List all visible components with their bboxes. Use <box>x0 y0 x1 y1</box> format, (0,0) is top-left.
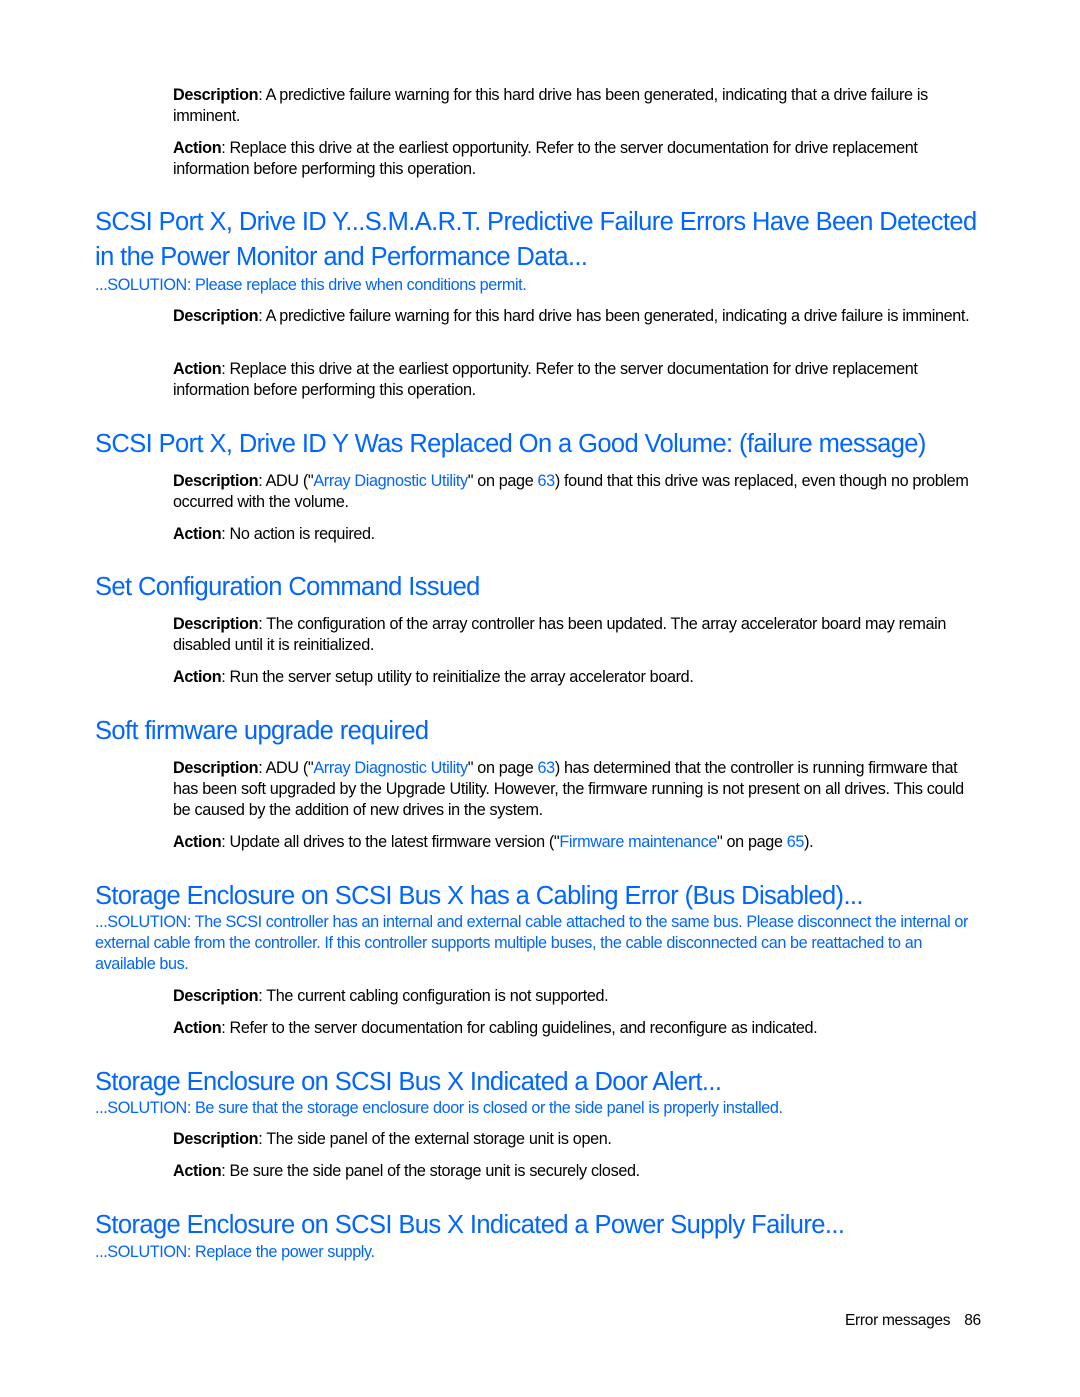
description-label: Description <box>173 86 259 104</box>
solution-text: ...SOLUTION: The SCSI controller has an … <box>95 913 968 973</box>
description-paragraph: Description: The side panel of the exter… <box>173 1129 983 1150</box>
description-text: : ADU (" <box>258 472 314 490</box>
action-label: Action <box>173 360 222 378</box>
description-paragraph: Description: A predictive failure warnin… <box>173 306 983 327</box>
action-paragraph: Action: Be sure the side panel of the st… <box>173 1161 983 1182</box>
action-text: : Refer to the server documentation for … <box>221 1019 818 1037</box>
action-text: : Run the server setup utility to reinit… <box>221 668 694 686</box>
action-paragraph: Action: No action is required. <box>173 524 983 545</box>
array-diagnostic-utility-link[interactable]: Array Diagnostic Utility <box>313 759 468 777</box>
action-text: : Replace this drive at the earliest opp… <box>173 139 918 178</box>
page-footer: Error messages 86 <box>845 1312 981 1330</box>
action-text: " on page <box>716 833 787 851</box>
section-heading: Storage Enclosure on SCSI Bus X Indicate… <box>95 1068 722 1096</box>
footer-section-title: Error messages <box>845 1312 951 1329</box>
page-number: 86 <box>964 1312 981 1329</box>
action-text: : Update all drives to the latest firmwa… <box>221 833 560 851</box>
solution-text: ...SOLUTION: Please replace this drive w… <box>95 276 527 294</box>
heading-line: in the Power Monitor and Performance Dat… <box>95 243 588 271</box>
action-label: Action <box>173 525 222 543</box>
description-paragraph: Description: ADU ("Array Diagnostic Util… <box>173 471 983 513</box>
description-text: : The current cabling configuration is n… <box>258 987 609 1005</box>
description-label: Description <box>173 615 259 633</box>
section-heading: Storage Enclosure on SCSI Bus X has a Ca… <box>95 882 864 910</box>
page-reference-link[interactable]: 63 <box>538 759 556 777</box>
action-paragraph: Action: Refer to the server documentatio… <box>173 1018 983 1039</box>
action-paragraph: Action: Replace this drive at the earlie… <box>173 138 983 180</box>
document-page: Description: A predictive failure warnin… <box>0 0 1080 1397</box>
description-label: Description <box>173 1130 259 1148</box>
action-text: : Be sure the side panel of the storage … <box>221 1162 640 1180</box>
action-text: : No action is required. <box>221 525 375 543</box>
action-text: ). <box>804 833 814 851</box>
description-paragraph: Description: The configuration of the ar… <box>173 614 983 656</box>
heading-line: SCSI Port X, Drive ID Y...S.M.A.R.T. Pre… <box>95 208 977 236</box>
description-text: " on page <box>467 472 538 490</box>
description-text: : The side panel of the external storage… <box>258 1130 612 1148</box>
action-label: Action <box>173 1019 222 1037</box>
array-diagnostic-utility-link[interactable]: Array Diagnostic Utility <box>313 472 468 490</box>
solution-text: ...SOLUTION: Be sure that the storage en… <box>95 1099 783 1117</box>
description-paragraph: Description: A predictive failure warnin… <box>173 85 983 127</box>
description-paragraph: Description: ADU ("Array Diagnostic Util… <box>173 758 983 821</box>
solution-text: ...SOLUTION: Replace the power supply. <box>95 1243 375 1261</box>
page-reference-link[interactable]: 63 <box>538 472 556 490</box>
description-text: : A predictive failure warning for this … <box>173 86 928 125</box>
description-text: : A predictive failure warning for this … <box>258 307 970 325</box>
section-heading: Soft firmware upgrade required <box>95 717 429 745</box>
description-paragraph: Description: The current cabling configu… <box>173 986 983 1007</box>
action-text: : Replace this drive at the earliest opp… <box>173 360 918 399</box>
firmware-maintenance-link[interactable]: Firmware maintenance <box>559 833 717 851</box>
description-text: " on page <box>467 759 538 777</box>
page-reference-link[interactable]: 65 <box>787 833 805 851</box>
section-heading: SCSI Port X, Drive ID Y...S.M.A.R.T. Pre… <box>95 205 995 275</box>
description-label: Description <box>173 759 259 777</box>
action-paragraph: Action: Run the server setup utility to … <box>173 667 983 688</box>
description-label: Description <box>173 472 259 490</box>
section-heading: Storage Enclosure on SCSI Bus X Indicate… <box>95 1211 845 1239</box>
action-label: Action <box>173 1162 222 1180</box>
action-paragraph: Action: Update all drives to the latest … <box>173 832 983 853</box>
action-label: Action <box>173 668 222 686</box>
description-label: Description <box>173 987 259 1005</box>
description-text: : ADU (" <box>258 759 314 777</box>
action-label: Action <box>173 833 222 851</box>
description-label: Description <box>173 307 259 325</box>
section-heading: Set Configuration Command Issued <box>95 573 480 601</box>
section-heading: SCSI Port X, Drive ID Y Was Replaced On … <box>95 430 926 458</box>
description-text: : The configuration of the array control… <box>173 615 947 654</box>
action-paragraph: Action: Replace this drive at the earlie… <box>173 359 983 401</box>
action-label: Action <box>173 139 222 157</box>
